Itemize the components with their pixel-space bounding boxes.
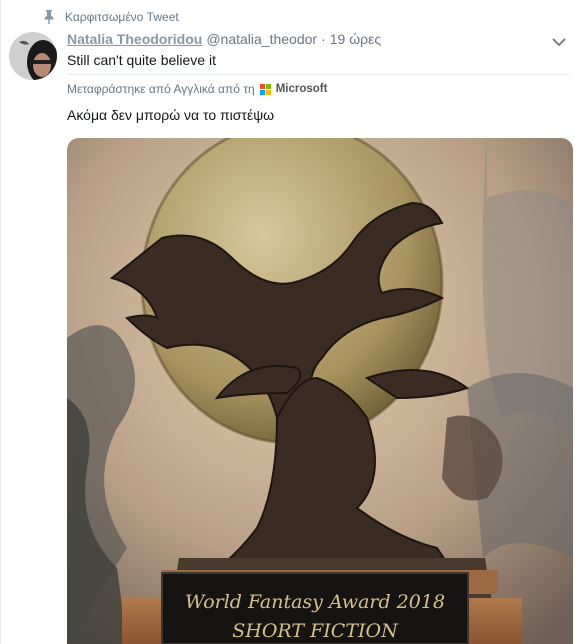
divider	[67, 74, 570, 75]
translation-credit-label: Μεταφράστηκε από Αγγλικά από τη	[67, 82, 255, 96]
tweet-text: Still can't quite believe it	[67, 52, 216, 68]
tweet-card[interactable]: Καρφιτσωμένο Tweet Natalia Theodoridou @…	[0, 0, 575, 644]
plaque-line-2: SHORT FICTION	[232, 620, 399, 642]
translation-provider[interactable]: Microsoft	[276, 83, 328, 95]
tweet-header: Natalia Theodoridou @natalia_theodor · 1…	[67, 31, 381, 47]
pin-icon	[43, 10, 55, 24]
avatar[interactable]	[9, 32, 57, 80]
tweet-timestamp[interactable]: 19 ώρες	[330, 31, 381, 47]
pinned-label: Καρφιτσωμένο Tweet	[65, 10, 179, 24]
plaque-line-1: World Fantasy Award 2018	[185, 591, 445, 613]
microsoft-logo-icon	[259, 83, 271, 95]
translation-credit: Μεταφράστηκε από Αγγλικά από τη Microsof…	[67, 82, 327, 96]
pinned-tweet-indicator: Καρφιτσωμένο Tweet	[43, 10, 179, 24]
tweet-media-photo[interactable]: World Fantasy Award 2018 SHORT FICTION	[67, 138, 573, 644]
chevron-down-icon[interactable]	[551, 34, 567, 50]
display-name[interactable]: Natalia Theodoridou	[67, 31, 202, 47]
meta-separator: ·	[321, 31, 326, 47]
translated-text: Ακόμα δεν μπορώ να το πιστέψω	[67, 107, 275, 123]
user-handle[interactable]: @natalia_theodor	[206, 31, 317, 47]
